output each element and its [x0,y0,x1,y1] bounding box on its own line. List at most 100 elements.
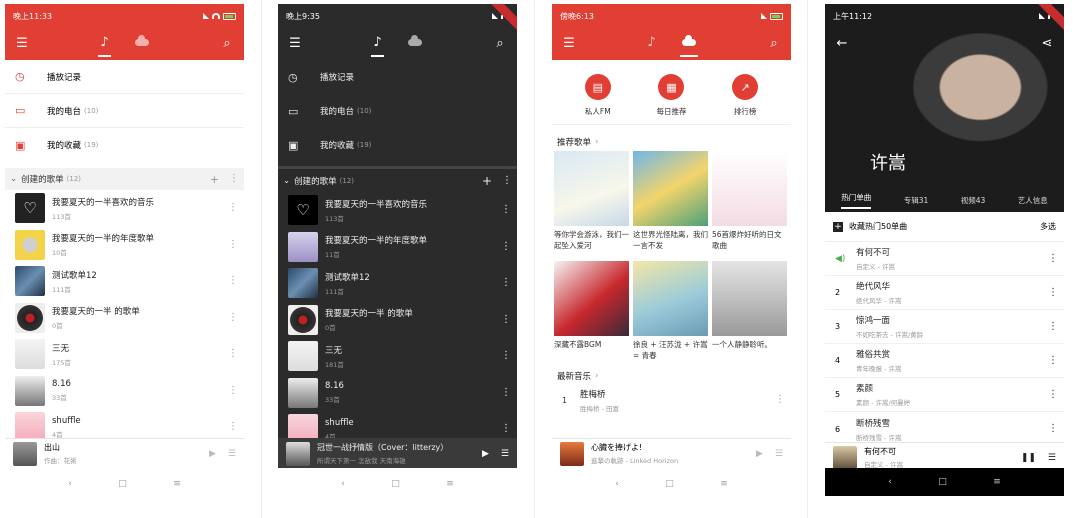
more-icon[interactable]: ⋮ [228,276,238,286]
more-icon[interactable]: ⋮ [501,387,511,398]
menu-icon[interactable]: ≡ [720,479,728,489]
playlist-icon[interactable]: ☰ [775,449,783,459]
tab-hot-songs[interactable]: 热门单曲 [841,192,872,209]
search-icon[interactable]: ⌕ [219,36,235,52]
home-icon[interactable]: □ [938,477,947,487]
menu-item-history[interactable]: ◷ 播放记录 [5,60,244,94]
search-icon[interactable]: ⌕ [492,36,508,52]
more-icon[interactable]: ⋮ [228,239,238,250]
more-icon[interactable]: ⋮ [501,241,511,252]
new-music-header[interactable]: 最新音乐 › [552,367,791,385]
playlist-card[interactable]: 56首爆炸好听的日文歌曲 [712,151,787,257]
menu-icon[interactable]: ≡ [173,479,181,489]
home-icon[interactable]: □ [665,479,674,489]
more-icon[interactable]: ⋮ [228,385,238,396]
share-icon[interactable]: ⋖ [1039,36,1055,52]
music-tab-icon[interactable]: ♪ [98,35,112,57]
multi-select-button[interactable]: 多选 [1040,221,1056,232]
menu-item-radio[interactable]: ▭ 我的电台 (10) [278,94,517,128]
list-item[interactable]: 三无 175首 ⋮ [5,336,244,373]
list-item[interactable]: 测试歌单12 111首 ⋮ [278,265,517,302]
list-item[interactable]: 我要夏天的一半的年度歌单 10首 ⋮ [5,227,244,264]
cloud-tab-icon[interactable] [679,35,698,57]
more-icon[interactable]: ⋮ [775,395,785,405]
recommended-header[interactable]: 推荐歌单 › [552,133,791,151]
song-row[interactable]: 4 雅俗共赏 青年晚报 - 许嵩 ⋮ [825,344,1064,378]
pause-icon[interactable]: ❚❚ [1021,453,1036,463]
playlist-card[interactable]: 一个人静静聆听。 [712,261,787,367]
menu-item-collection[interactable]: ▣ 我的收藏 (19) [278,128,517,162]
menu-icon[interactable]: ☰ [287,36,303,52]
play-icon[interactable]: ▶ [209,449,216,459]
music-tab-icon[interactable]: ♪ [647,35,655,53]
list-item[interactable]: ♡ 我要夏天的一半喜欢的音乐 113首 ⋮ [5,190,244,227]
playlist-icon[interactable]: ☰ [501,449,509,459]
mini-player[interactable]: 出山 作曲：花粥 ▶ ☰ [5,438,244,468]
tab-videos[interactable]: 视频43 [961,195,986,206]
more-icon[interactable]: ⋮ [1048,321,1058,332]
play-icon[interactable]: ▶ [482,449,489,459]
section-created-playlists[interactable]: ⌄ 创建的歌单 (12) + ⋮ [278,166,517,192]
tab-albums[interactable]: 专辑31 [904,195,929,206]
playlist-card[interactable]: 深藏不露BGM [554,261,629,367]
more-icon[interactable]: ⋮ [1048,389,1058,400]
list-item[interactable]: 测试歌单12 111首 ⋮ [5,263,244,300]
song-row[interactable]: 6 断桥残雪 断桥残雪 - 许嵩 ⋮ [825,412,1064,446]
menu-item-history[interactable]: ◷ 播放记录 [278,60,517,94]
search-icon[interactable]: ⌕ [766,36,782,52]
song-row[interactable]: 1 胜梅桥 胜梅桥 - 田富 ⋮ [552,385,791,415]
tab-artist-info[interactable]: 艺人信息 [1018,195,1048,206]
more-icon[interactable]: ⋮ [228,203,238,213]
back-icon[interactable]: ‹ [615,479,619,489]
back-icon[interactable]: ‹ [68,479,72,489]
menu-icon[interactable]: ☰ [561,36,577,52]
playlist-card[interactable]: 等你学会游泳，我们一起坠入爱河 [554,151,629,257]
list-item[interactable]: 我要夏天的一半 的歌单 0首 ⋮ [278,302,517,339]
menu-icon[interactable]: ≡ [993,477,1001,487]
mini-player[interactable]: 冠世一战抒情版（Cover：litterzy） 所谓天下第一 怎敌我 天南海雄 ▶… [278,438,517,468]
more-icon[interactable]: ⋮ [228,312,238,323]
daily-recommend-button[interactable]: ▦ 每日推荐 [656,74,686,117]
list-item[interactable]: 三无 181首 ⋮ [278,338,517,375]
back-icon[interactable]: ‹ [341,479,345,489]
add-icon[interactable]: + [482,174,492,188]
fm-button[interactable]: ▤ 私人FM [584,74,611,117]
more-icon[interactable]: ⋮ [501,278,511,288]
more-icon[interactable]: ⋮ [501,314,511,325]
list-item[interactable]: 8.16 33首 ⋮ [5,373,244,410]
back-icon[interactable]: ‹ [888,477,892,487]
playlist-card[interactable]: 这世界光怪陆离，我们一言不发 [633,151,708,257]
song-row[interactable]: 5 素颜 素颜 - 许嵩/何曼婷 ⋮ [825,378,1064,412]
home-icon[interactable]: □ [391,479,400,489]
section-created-playlists[interactable]: ⌄ 创建的歌单 (12) + ⋮ [5,168,244,190]
playlist-icon[interactable]: ☰ [1048,453,1056,463]
menu-item-collection[interactable]: ▣ 我的收藏 (19) [5,128,244,162]
list-item[interactable]: 8.16 33首 ⋮ [278,375,517,412]
more-icon[interactable]: ⋮ [502,175,512,186]
song-row[interactable]: ◀) 有何不可 自定义 - 许嵩 ⋮ [825,242,1064,276]
menu-item-radio[interactable]: ▭ 我的电台 (10) [5,94,244,128]
ranking-button[interactable]: ↗ 排行榜 [732,74,759,117]
playlist-card[interactable]: 徐良 + 汪苏泷 + 许嵩 = 青春 [633,261,708,367]
more-icon[interactable]: ⋮ [1048,424,1058,434]
more-icon[interactable]: ⋮ [1048,253,1058,264]
cloud-tab-icon[interactable] [407,35,422,53]
list-item[interactable]: ♡ 我要夏天的一半喜欢的音乐 113首 ⋮ [278,192,517,229]
collect-label[interactable]: 收藏热门50单曲 [849,221,1040,232]
home-icon[interactable]: □ [118,479,127,489]
more-icon[interactable]: ⋮ [501,424,511,434]
menu-icon[interactable]: ☰ [14,36,30,52]
play-icon[interactable]: ▶ [756,449,763,459]
list-item[interactable]: 我要夏天的一半的年度歌单 11首 ⋮ [278,229,517,266]
playlist-icon[interactable]: ☰ [228,449,236,459]
more-icon[interactable]: ⋮ [228,349,238,359]
music-tab-icon[interactable]: ♪ [371,35,385,57]
more-icon[interactable]: ⋮ [1048,287,1058,298]
add-icon[interactable]: + [210,173,219,186]
more-icon[interactable]: ⋮ [228,422,238,432]
mini-player[interactable]: 心臓を捧げよ! 進撃の軌跡 - Linked Horizon ▶ ☰ [552,438,791,468]
more-icon[interactable]: ⋮ [501,351,511,361]
cloud-tab-icon[interactable] [134,35,149,53]
more-icon[interactable]: ⋮ [1048,355,1058,366]
list-item[interactable]: 我要夏天的一半 的歌单 0首 ⋮ [5,300,244,337]
